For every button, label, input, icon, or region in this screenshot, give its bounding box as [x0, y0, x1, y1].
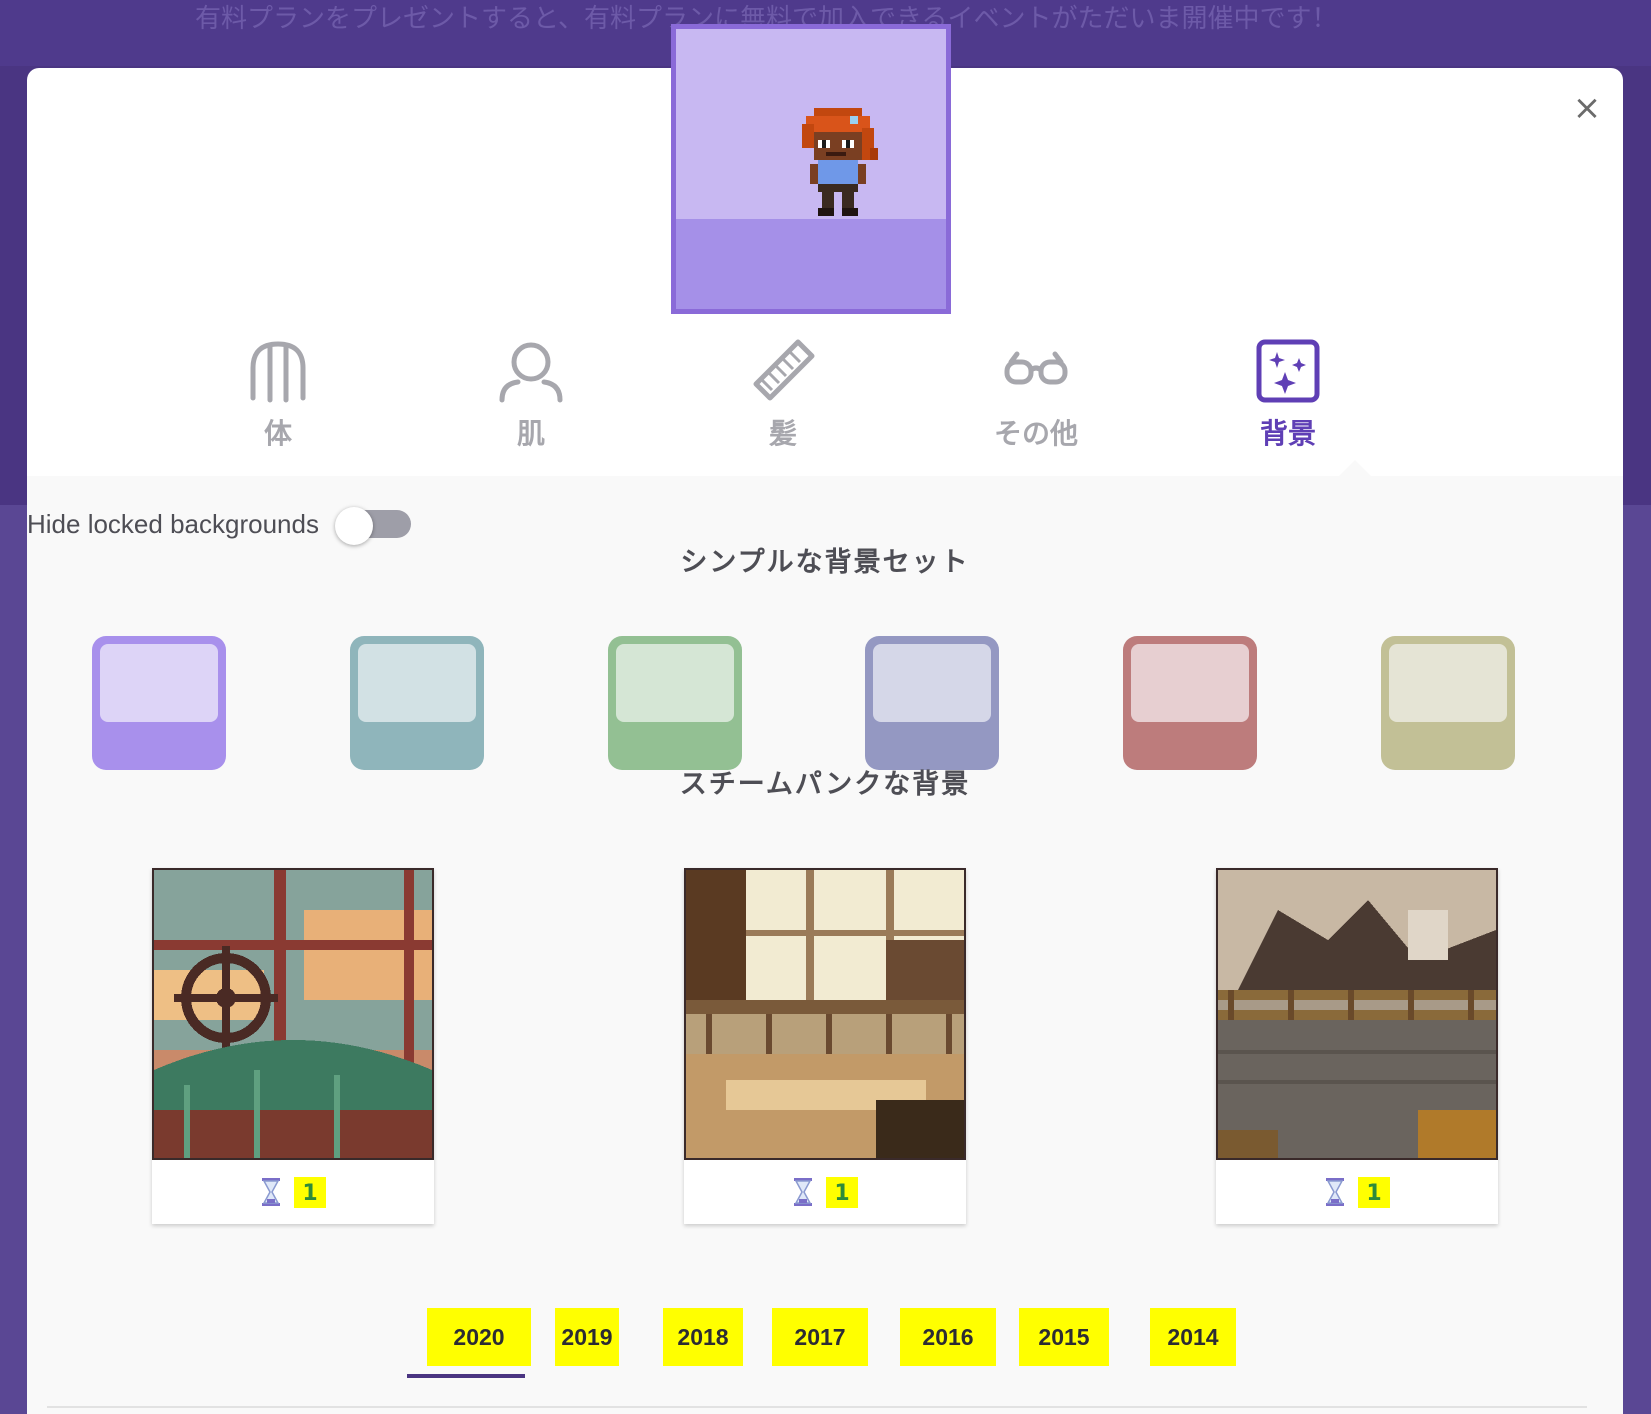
body-icon [250, 341, 306, 403]
simple-backgrounds-title: シンプルな背景セット [680, 547, 970, 578]
year-tab-2019[interactable]: 2019 [555, 1308, 619, 1366]
year-tab-2017[interactable]: 2017 [772, 1308, 868, 1366]
steampunk-background-card[interactable]: 1 [684, 868, 966, 1224]
price-row: 1 [152, 1160, 434, 1224]
price-row: 1 [1216, 1160, 1498, 1224]
swatch-inner [1389, 644, 1507, 722]
swatch-inner [358, 644, 476, 722]
hide-locked-toggle[interactable] [334, 507, 411, 545]
avatar-preview [671, 24, 951, 314]
year-tabs: 2020 2019 2018 2017 2016 2015 2014 [27, 1308, 1623, 1378]
hourglass-icon [794, 1178, 813, 1206]
hide-locked-label: Hide locked backgrounds [27, 508, 319, 539]
selected-year-indicator [407, 1374, 525, 1378]
tab-skin-label: 肌 [516, 417, 545, 450]
tab-body[interactable]: 体 [208, 338, 348, 452]
price-row: 1 [684, 1160, 966, 1224]
swatch-inner [100, 644, 218, 722]
active-tab-pointer [1337, 460, 1373, 478]
year-tab-2016[interactable]: 2016 [900, 1308, 996, 1366]
tab-background-label: 背景 [1259, 417, 1316, 450]
swatch-inner [873, 644, 991, 722]
tab-hair-label: 髪 [768, 417, 797, 450]
simple-background-swatch[interactable] [1381, 636, 1515, 770]
steampunk-deck-art [684, 868, 966, 1160]
tab-other-label: その他 [993, 417, 1078, 450]
hourglass-icon [1326, 1178, 1345, 1206]
glasses-icon [1004, 351, 1068, 385]
tab-other[interactable]: その他 [966, 338, 1106, 452]
avatar-customize-modal: × 体 肌 髪 その他 背景 Hide locked backgrounds シ… [27, 24, 1623, 1414]
steampunk-background-card[interactable]: 1 [1216, 868, 1498, 1224]
avatar-sprite [802, 108, 878, 216]
simple-background-swatch[interactable] [92, 636, 226, 770]
preview-floor [676, 219, 946, 309]
price-value: 1 [826, 1176, 858, 1208]
simple-background-swatch[interactable] [865, 636, 999, 770]
simple-background-swatch[interactable] [350, 636, 484, 770]
year-tab-2014[interactable]: 2014 [1150, 1308, 1236, 1366]
swatch-inner [1131, 644, 1249, 722]
steampunk-backgrounds-title: スチームパンクな背景 [679, 769, 971, 800]
tab-background[interactable]: 背景 [1218, 338, 1358, 452]
close-button[interactable]: × [1569, 90, 1605, 126]
tab-hair[interactable]: 髪 [713, 338, 853, 452]
hourglass-icon [262, 1178, 281, 1206]
year-tab-2018[interactable]: 2018 [663, 1308, 743, 1366]
tab-skin[interactable]: 肌 [461, 338, 601, 452]
divider [47, 1406, 1587, 1408]
simple-background-swatch[interactable] [1123, 636, 1257, 770]
price-value: 1 [1358, 1176, 1390, 1208]
steampunk-background-card[interactable]: 1 [152, 868, 434, 1224]
simple-background-swatch[interactable] [608, 636, 742, 770]
year-tab-2015[interactable]: 2015 [1019, 1308, 1109, 1366]
year-tab-2020[interactable]: 2020 [427, 1308, 531, 1366]
skin-icon [499, 342, 563, 403]
price-value: 1 [294, 1176, 326, 1208]
sparkle-background-icon [1256, 339, 1320, 403]
comb-icon [753, 339, 815, 401]
tab-body-label: 体 [263, 417, 292, 450]
steampunk-harbor-art [1216, 868, 1498, 1160]
steampunk-bridge-art [152, 868, 434, 1160]
swatch-inner [616, 644, 734, 722]
category-tabs: 体 肌 髪 その他 背景 [27, 338, 1623, 478]
